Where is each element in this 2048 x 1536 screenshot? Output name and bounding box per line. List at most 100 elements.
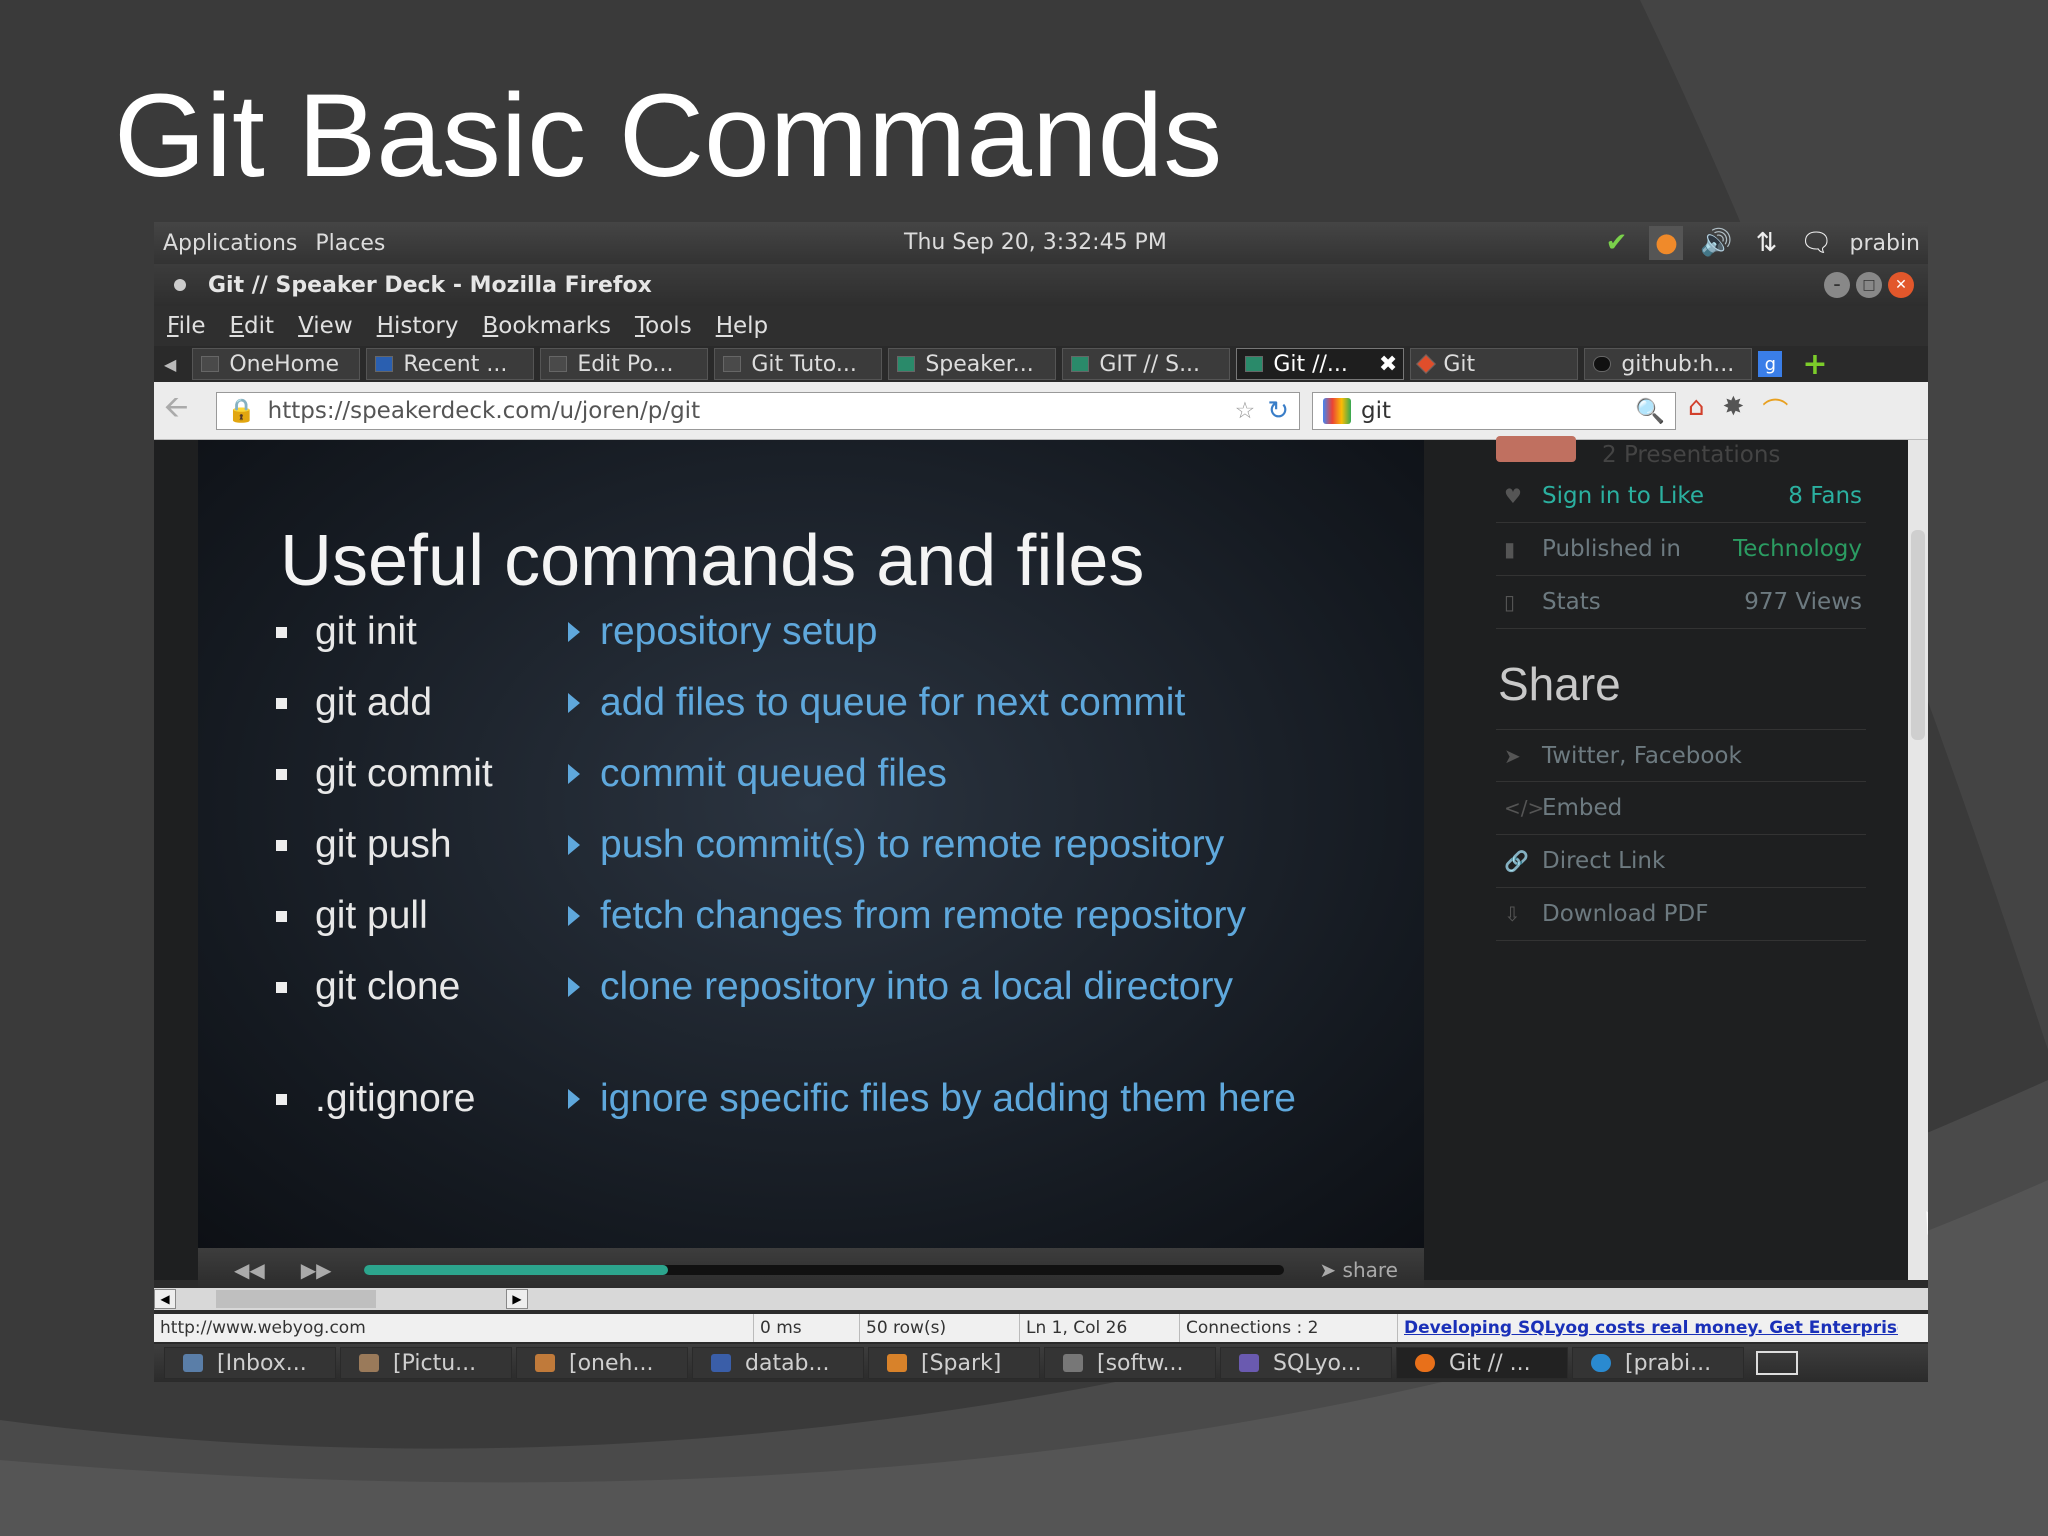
applications-menu[interactable]: Applications (154, 231, 306, 256)
command-description: fetch changes from remote repository (568, 894, 1246, 938)
menu-help[interactable]: Help (716, 313, 768, 339)
arrow-bullet-icon (568, 764, 580, 784)
progress-track[interactable] (364, 1265, 1284, 1275)
bookmark-star-icon[interactable]: ☆ (1235, 398, 1256, 424)
slide-title: Git Basic Commands (114, 70, 1223, 202)
task-inbox[interactable]: [Inbox... (164, 1347, 336, 1379)
task-spark[interactable]: [Spark] (868, 1347, 1040, 1379)
task-onehome[interactable]: [oneh... (516, 1347, 688, 1379)
google-tab-icon[interactable]: g (1758, 351, 1783, 377)
gnome-top-panel: Applications Places Thu Sep 20, 3:32:45 … (154, 222, 1928, 264)
speakerdeck-icon (897, 356, 916, 372)
horizontal-scrollbar[interactable]: ◀ ▶ (154, 1288, 1928, 1310)
page-icon (723, 356, 742, 372)
ad-link[interactable]: Developing SQLyog costs real money. Get … (1398, 1314, 1898, 1342)
network-icon[interactable]: ⇅ (1749, 226, 1783, 260)
volume-icon[interactable]: 🔊 (1699, 226, 1733, 260)
bar-chart-icon: ▯ (1504, 590, 1516, 614)
menu-edit[interactable]: Edit (230, 313, 275, 339)
menu-file[interactable]: File (167, 313, 206, 339)
places-menu[interactable]: Places (306, 231, 394, 256)
tab-recent[interactable]: Recent ... (366, 348, 535, 380)
bullet-icon (276, 981, 287, 993)
clock[interactable]: Thu Sep 20, 3:32:45 PM (904, 230, 1167, 255)
menu-view[interactable]: View (298, 313, 353, 339)
share-embed[interactable]: </> Embed (1496, 782, 1866, 835)
status-connections: Connections : 2 (1180, 1314, 1398, 1342)
window-menu-icon[interactable] (174, 279, 186, 291)
rewind-icon[interactable]: ◀◀ (234, 1258, 265, 1282)
maximize-icon[interactable]: □ (1856, 272, 1882, 298)
arrow-bullet-icon (568, 906, 580, 926)
player-share-button[interactable]: ➤ share (1319, 1258, 1398, 1282)
task-sqlyog[interactable]: SQLyo... (1220, 1347, 1392, 1379)
share-download-pdf[interactable]: ⇩ Download PDF (1496, 888, 1866, 941)
back-arrow-icon[interactable]: 🡨 (164, 385, 204, 436)
tab-git-speakerdeck[interactable]: GIT // S... (1062, 348, 1231, 380)
navigation-bar: 🡨 🔒 https://speakerdeck.com/u/joren/p/gi… (154, 382, 1928, 440)
search-text: git (1361, 397, 1392, 424)
window-title: Git // Speaker Deck - Mozilla Firefox (208, 272, 652, 298)
tab-speakerdeck[interactable]: Speaker... (888, 348, 1057, 380)
home-icon[interactable]: ⌂ (1688, 392, 1705, 429)
scrollbar-thumb[interactable] (1911, 530, 1925, 740)
google-icon[interactable] (1323, 397, 1351, 424)
spark-icon (887, 1354, 907, 1372)
search-icon[interactable]: 🔍 (1635, 397, 1665, 425)
category-link[interactable]: Technology (1733, 536, 1862, 562)
task-pictures[interactable]: [Pictu... (340, 1347, 512, 1379)
menu-tools[interactable]: Tools (635, 313, 692, 339)
flame-icon[interactable]: ● (1649, 226, 1684, 260)
tab-git[interactable]: Git (1410, 348, 1579, 380)
rainbow-icon[interactable]: ⌒ (1762, 392, 1788, 429)
share-direct-link[interactable]: 🔗 Direct Link (1496, 835, 1866, 888)
task-software[interactable]: [softw... (1044, 1347, 1216, 1379)
page-icon (549, 356, 568, 372)
vertical-scrollbar[interactable] (1908, 440, 1928, 1280)
scrollbar-thumb[interactable] (216, 1290, 376, 1308)
tab-close-icon[interactable]: ✖ (1379, 352, 1397, 377)
workspace-switcher[interactable] (1756, 1351, 1798, 1375)
menu-bookmarks[interactable]: Bookmarks (482, 313, 611, 339)
status-url: http://www.webyog.com (154, 1314, 754, 1342)
task-database[interactable]: datab... (692, 1347, 864, 1379)
command-description: ignore specific files by adding them her… (568, 1077, 1296, 1121)
slide-player: ◀◀ ▶▶ ➤ share (198, 1248, 1424, 1292)
chat-icon[interactable]: 🗨 (1799, 226, 1833, 260)
sqlyog-icon (1239, 1354, 1259, 1372)
reload-icon[interactable]: ↻ (1267, 396, 1289, 426)
search-bar[interactable]: git 🔍 (1312, 391, 1676, 430)
folder-icon (535, 1354, 555, 1372)
tab-git-active[interactable]: Git //... ✖ (1236, 348, 1405, 380)
window-titlebar: Git // Speaker Deck - Mozilla Firefox – … (154, 264, 1928, 306)
command-description: add files to queue for next commit (568, 681, 1185, 725)
page-icon (201, 356, 220, 372)
scroll-right-icon[interactable]: ▶ (506, 1289, 528, 1309)
update-icon[interactable]: ✔ (1599, 226, 1633, 260)
scroll-left-icon[interactable]: ◀ (154, 1289, 176, 1309)
status-rows: 50 row(s) (860, 1314, 1020, 1342)
tab-git-tutorial[interactable]: Git Tuto... (714, 348, 883, 380)
share-twitter-facebook[interactable]: ➤ Twitter, Facebook (1496, 729, 1866, 782)
sign-in-to-like[interactable]: ♥ Sign in to Like 8 Fans (1496, 470, 1866, 523)
user-menu[interactable]: prabin (1849, 231, 1920, 256)
close-icon[interactable]: ✕ (1888, 272, 1914, 298)
bullet-icon (276, 910, 287, 922)
tab-github[interactable]: github:h... (1584, 348, 1753, 380)
speakerdeck-icon (1071, 356, 1090, 372)
tab-scroll-left-icon[interactable]: ◀ (164, 355, 176, 374)
stats: ▯ Stats 977 Views (1496, 576, 1866, 629)
forward-icon[interactable]: ▶▶ (301, 1258, 332, 1282)
command-item: git pull (276, 894, 428, 938)
tab-onehome[interactable]: OneHome (192, 348, 361, 380)
minimize-icon[interactable]: – (1824, 272, 1850, 298)
menu-history[interactable]: History (377, 313, 459, 339)
tab-edit-post[interactable]: Edit Po... (540, 348, 709, 380)
speakerdeck-icon (1245, 356, 1264, 372)
arrow-bullet-icon (568, 835, 580, 855)
addon-icon[interactable]: ✸ (1723, 392, 1745, 429)
new-tab-icon[interactable]: + (1802, 347, 1827, 382)
task-skype[interactable]: [prabi... (1572, 1347, 1744, 1379)
task-firefox[interactable]: Git // ... (1396, 1347, 1568, 1379)
url-bar[interactable]: 🔒 https://speakerdeck.com/u/joren/p/git … (216, 391, 1300, 430)
